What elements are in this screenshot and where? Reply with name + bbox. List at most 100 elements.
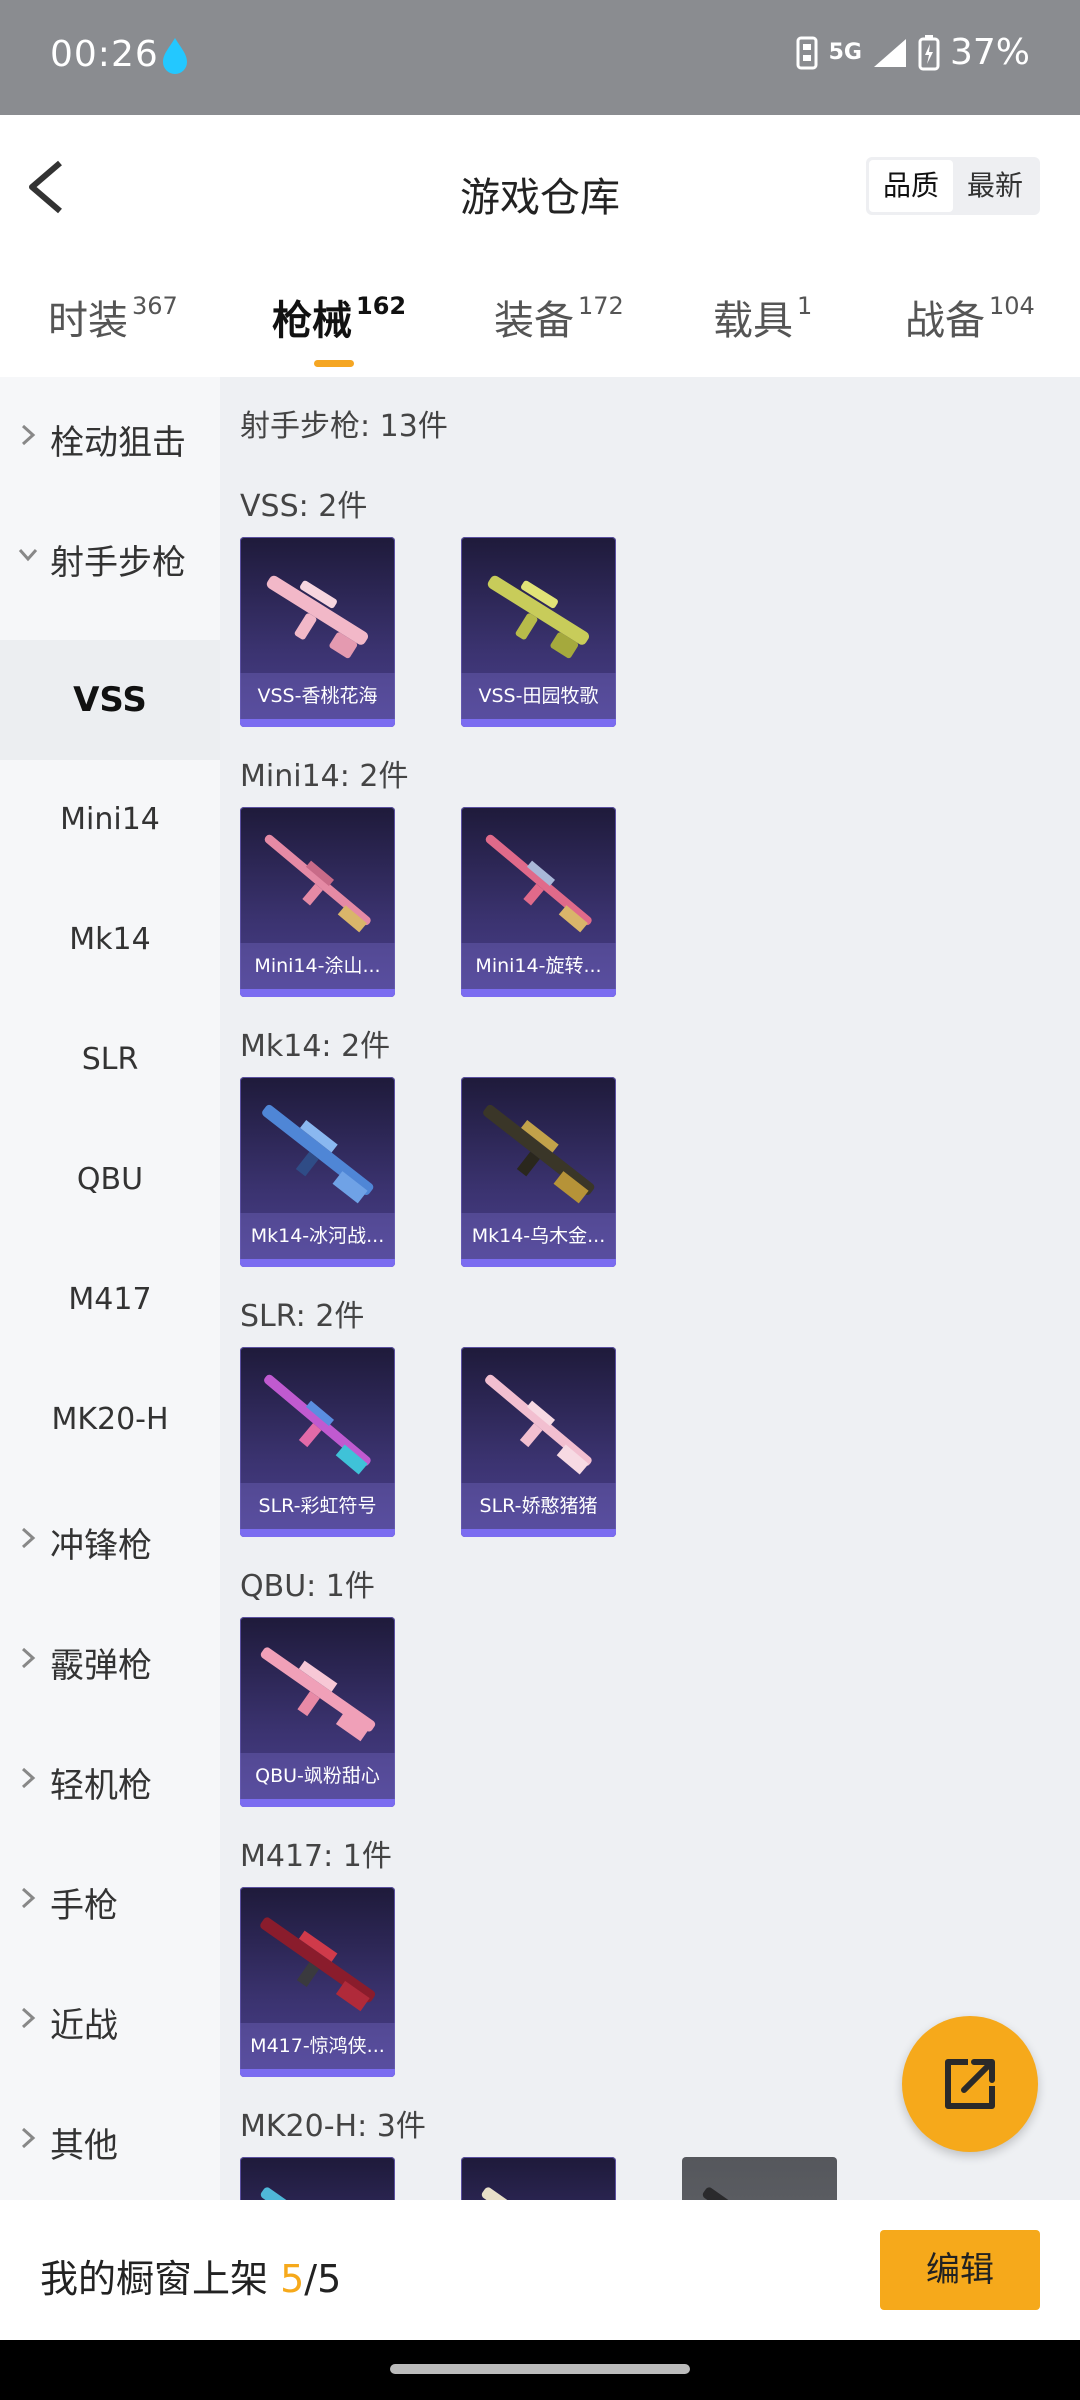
status-bar: 00:26 5G 37%	[0, 0, 1080, 115]
tab-count: 1	[797, 291, 813, 320]
rifle-skin-icon	[264, 1374, 371, 1475]
section-title: MK20-H: 3件	[240, 2109, 426, 2144]
sort-newest-button[interactable]: 最新	[953, 160, 1037, 212]
chevron-right-icon	[21, 1647, 36, 1669]
sidebar-item-other[interactable]: 其他	[0, 2080, 220, 2200]
rifle-skin-icon	[260, 1647, 376, 1742]
item-card[interactable]: SLR-彩虹符号	[240, 1347, 395, 1537]
sidebar-item-label: 近战	[50, 2006, 118, 2046]
rarity-bar	[461, 989, 616, 997]
item-name: Mk14-乌木金...	[461, 1213, 616, 1259]
tab-label: 战备	[905, 298, 985, 344]
section-title: QBU: 1件	[240, 1569, 375, 1604]
showcase-label: 我的橱窗上架 5/5	[40, 2248, 341, 2303]
tab-fashion[interactable]: 时装 367	[48, 288, 178, 346]
item-card[interactable]: Mk14-乌木金...	[461, 1077, 616, 1267]
tab-label: 载具	[713, 298, 793, 344]
header: 游戏仓库 品质 最新	[0, 115, 1080, 260]
item-card[interactable]	[682, 2157, 837, 2200]
item-name: VSS-田园牧歌	[461, 673, 616, 719]
sidebar-item-lmg[interactable]: 轻机枪	[0, 1720, 220, 1840]
sidebar-sub-qbu[interactable]: QBU	[0, 1120, 220, 1240]
showcase-total: /5	[304, 2257, 342, 2301]
sidebar-item-label: 手枪	[50, 1886, 118, 1926]
share-fab-button[interactable]	[902, 2016, 1038, 2152]
sidebar-sub-m417[interactable]: M417	[0, 1240, 220, 1360]
sidebar-sub-mk20h[interactable]: MK20-H	[0, 1360, 220, 1480]
tab-equipment[interactable]: 装备 172	[494, 288, 624, 346]
tab-label: 枪械	[272, 298, 352, 344]
sidebar-sub-mini14[interactable]: Mini14	[0, 760, 220, 880]
section-title: M417: 1件	[240, 1839, 392, 1874]
rarity-bar	[240, 989, 395, 997]
tab-count: 367	[132, 291, 178, 320]
sidebar-sub-vss[interactable]: VSS	[0, 640, 220, 760]
item-grid-panel: 射手步枪: 13件 VSS: 2件 VSS-香桃花海 VSS-田园牧歌 Mini…	[220, 377, 1080, 2200]
tab-active-underline	[314, 360, 354, 367]
sidebar-sub-slr[interactable]: SLR	[0, 1000, 220, 1120]
section-title: SLR: 2件	[240, 1299, 365, 1334]
section-title: VSS: 2件	[240, 489, 368, 524]
tab-weapons[interactable]: 枪械 162	[272, 288, 406, 367]
item-card[interactable]	[461, 2157, 616, 2200]
rarity-bar	[240, 1799, 395, 1807]
rifle-skin-icon	[485, 834, 592, 933]
tab-supplies[interactable]: 战备 104	[905, 288, 1035, 346]
item-card[interactable]: SLR-娇憨猪猪	[461, 1347, 616, 1537]
sidebar-item-dmr[interactable]: 射手步枪	[0, 497, 220, 617]
sidebar-sub-mk14[interactable]: Mk14	[0, 880, 220, 1000]
item-name: VSS-香桃花海	[240, 673, 395, 719]
item-card[interactable]: VSS-香桃花海	[240, 537, 395, 727]
vibrate-icon	[796, 36, 818, 69]
rifle-skin-icon	[264, 834, 371, 933]
item-card[interactable]	[240, 2157, 395, 2200]
chevron-right-icon	[21, 1767, 36, 1789]
rarity-bar	[461, 719, 616, 727]
rifle-skin-icon	[483, 1104, 595, 1204]
chevron-down-icon	[18, 549, 38, 562]
sidebar-item-melee[interactable]: 近战	[0, 1960, 220, 2080]
system-nav-bar	[0, 2340, 1080, 2400]
rifle-skin-icon	[266, 575, 369, 659]
home-gesture-handle[interactable]	[390, 2364, 690, 2374]
item-name: Mk14-冰河战...	[240, 1213, 395, 1259]
rifle-skin-icon	[487, 575, 590, 659]
tab-label: 时装	[48, 298, 128, 344]
sort-quality-button[interactable]: 品质	[868, 160, 953, 212]
item-card[interactable]: Mk14-冰河战...	[240, 1077, 395, 1267]
sidebar-item-pistol[interactable]: 手枪	[0, 1840, 220, 1960]
item-card[interactable]: Mini14-旋转...	[461, 807, 616, 997]
tab-vehicles[interactable]: 载具 1	[713, 288, 812, 346]
chevron-right-icon	[21, 2007, 36, 2029]
item-name: SLR-彩虹符号	[240, 1483, 395, 1529]
sort-toggle: 品质 最新	[865, 157, 1040, 215]
network-type: 5G	[828, 40, 862, 65]
category-count: 射手步枪: 13件	[240, 409, 448, 444]
sidebar-item-label: 栓动狙击	[50, 423, 186, 463]
tab-label: 装备	[494, 298, 574, 344]
rarity-bar	[240, 1259, 395, 1267]
app-drop-icon	[163, 38, 187, 74]
item-card[interactable]: M417-惊鸿侠...	[240, 1887, 395, 2077]
sidebar-item-smg[interactable]: 冲锋枪	[0, 1480, 220, 1600]
section-title: Mk14: 2件	[240, 1029, 391, 1064]
item-card[interactable]: QBU-飒粉甜心	[240, 1617, 395, 1807]
item-name: SLR-娇憨猪猪	[461, 1483, 616, 1529]
section-title: Mini14: 2件	[240, 759, 409, 794]
item-name: QBU-飒粉甜心	[240, 1753, 395, 1799]
showcase-text: 我的橱窗上架	[40, 2257, 269, 2301]
rifle-skin-icon	[262, 1104, 374, 1204]
sidebar-item-label: 其他	[50, 2126, 118, 2166]
sidebar-item-bolt-action[interactable]: 栓动狙击	[0, 377, 220, 497]
edit-button[interactable]: 编辑	[880, 2230, 1040, 2310]
item-card[interactable]: Mini14-涂山...	[240, 807, 395, 997]
rarity-bar	[240, 1529, 395, 1537]
chevron-right-icon	[21, 1527, 36, 1549]
sidebar-item-shotgun[interactable]: 霰弹枪	[0, 1600, 220, 1720]
rarity-bar	[240, 719, 395, 727]
sidebar-item-label: 霰弹枪	[50, 1646, 152, 1686]
showcase-count: 5	[280, 2257, 305, 2301]
item-name: Mini14-涂山...	[240, 943, 395, 989]
sidebar-item-label: 轻机枪	[50, 1766, 152, 1806]
item-card[interactable]: VSS-田园牧歌	[461, 537, 616, 727]
